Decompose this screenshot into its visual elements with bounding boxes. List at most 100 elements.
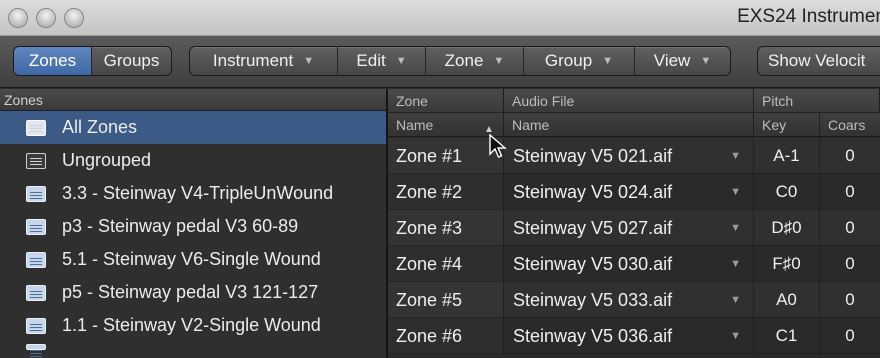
window-title: EXS24 Instrumen (737, 6, 880, 27)
zone-list-item-group[interactable]: 5.1 - Steinway V6-Single Wound (0, 243, 386, 276)
key-cell[interactable]: A0 (754, 282, 820, 318)
zone-name-cell[interactable]: Zone #2 (388, 174, 504, 210)
zones-toggle-button[interactable]: Zones (14, 47, 92, 75)
key-column-header[interactable]: Key (754, 113, 820, 137)
chevron-down-icon: ▼ (493, 55, 505, 67)
view-menu-button[interactable]: View ▼ (635, 47, 730, 75)
audio-file-group-header: Audio File (504, 89, 754, 113)
table-group-header-row: Zone Audio File Pitch (388, 89, 880, 113)
zone-name-column-label: Name (396, 117, 434, 133)
zoom-window-button[interactable] (64, 8, 84, 28)
zone-name-cell[interactable]: Zone #5 (388, 282, 504, 318)
coarse-cell[interactable]: 0 (820, 174, 880, 210)
zone-list-item-group[interactable]: 3.3 - Steinway V4-TripleUnWound (0, 177, 386, 210)
folder-icon (26, 218, 46, 235)
zone-list-item-label: 1.1 - Steinway V2-Single Wound (62, 315, 321, 335)
chevron-down-icon[interactable]: ▼ (730, 210, 741, 246)
table-row[interactable]: Zone #3 Steinway V5 027.aif ▼ D♯0 0 (388, 210, 880, 246)
zone-list-item-all-zones[interactable]: All Zones (0, 111, 386, 144)
pitch-group-header: Pitch (754, 89, 880, 113)
edit-menu-button[interactable]: Edit ▼ (338, 47, 426, 75)
instrument-menu-label: Instrument (212, 51, 294, 70)
chevron-down-icon[interactable]: ▼ (730, 282, 741, 318)
audio-file-name: Steinway V5 036.aif (513, 326, 673, 346)
zone-list-item-ungrouped[interactable]: Ungrouped (0, 144, 386, 177)
title-bar: EXS24 Instrumen (0, 0, 880, 36)
zone-table: Zone Audio File Pitch Name ▲ Name Key Co… (388, 89, 880, 358)
key-cell[interactable]: D♯0 (754, 210, 820, 246)
zone-menu-label: Zone (444, 51, 484, 70)
chevron-down-icon[interactable]: ▼ (730, 246, 741, 282)
folder-icon (26, 317, 46, 334)
table-row[interactable]: Zone #1 Steinway V5 021.aif ▼ A-1 0 (388, 138, 880, 174)
key-cell[interactable]: C1 (754, 318, 820, 354)
coarse-cell[interactable]: 0 (820, 246, 880, 282)
zone-name-cell[interactable]: Zone #1 (388, 138, 504, 174)
show-velocity-button[interactable]: Show Velocit (757, 46, 880, 76)
minimize-window-button[interactable] (36, 8, 56, 28)
group-menu-label: Group (544, 51, 593, 70)
chevron-down-icon: ▼ (303, 55, 315, 67)
zone-group-header: Zone (388, 89, 504, 113)
chevron-down-icon[interactable]: ▼ (730, 174, 741, 210)
zone-menu-button[interactable]: Zone ▼ (426, 47, 524, 75)
table-row[interactable]: Zone #4 Steinway V5 030.aif ▼ F♯0 0 (388, 246, 880, 282)
chevron-down-icon: ▼ (602, 55, 614, 67)
audio-file-name: Steinway V5 027.aif (513, 218, 673, 238)
key-cell[interactable]: A-1 (754, 138, 820, 174)
zone-name-cell[interactable]: Zone #3 (388, 210, 504, 246)
audio-file-cell[interactable]: Steinway V5 030.aif ▼ (504, 246, 754, 282)
zone-list-item-group[interactable]: p5 - Steinway pedal V3 121-127 (0, 276, 386, 309)
chevron-down-icon: ▼ (700, 55, 712, 67)
audio-file-cell[interactable]: Steinway V5 033.aif ▼ (504, 282, 754, 318)
coarse-cell[interactable]: 0 (820, 210, 880, 246)
zones-pane: Zones All Zones Ungrouped 3.3 - Steinway… (0, 89, 386, 358)
zone-name-column-header[interactable]: Name ▲ (388, 113, 504, 137)
all-zones-icon (26, 119, 46, 136)
group-menu-button[interactable]: Group ▼ (524, 47, 635, 75)
audio-file-cell[interactable]: Steinway V5 027.aif ▼ (504, 210, 754, 246)
zone-list-item-partial[interactable] (0, 342, 386, 351)
coarse-column-header[interactable]: Coars (820, 113, 880, 137)
folder-icon (26, 185, 46, 202)
audio-file-cell[interactable]: Steinway V5 036.aif ▼ (504, 318, 754, 354)
instrument-menu-button[interactable]: Instrument ▼ (190, 47, 338, 75)
zone-list-item-label: 3.3 - Steinway V4-TripleUnWound (62, 183, 334, 203)
audio-file-name: Steinway V5 033.aif (513, 290, 673, 310)
groups-toggle-button[interactable]: Groups (92, 47, 171, 75)
mouse-pointer-icon (489, 134, 507, 158)
close-window-button[interactable] (8, 8, 28, 28)
zone-list-item-group[interactable]: p3 - Steinway pedal V3 60-89 (0, 210, 386, 243)
audio-file-name: Steinway V5 030.aif (513, 254, 673, 274)
chevron-down-icon[interactable]: ▼ (730, 138, 741, 174)
key-cell[interactable]: F♯0 (754, 246, 820, 282)
zone-list-item-label: p5 - Steinway pedal V3 121-127 (62, 282, 319, 302)
list-icon (26, 152, 46, 169)
zone-name-cell[interactable]: Zone #6 (388, 318, 504, 354)
audio-file-cell[interactable]: Steinway V5 021.aif ▼ (504, 138, 754, 174)
folder-icon (26, 251, 46, 268)
folder-icon (26, 344, 46, 351)
audio-file-name-column-header[interactable]: Name (504, 113, 754, 137)
zone-list-item-label: Ungrouped (62, 150, 152, 170)
zones-pane-header: Zones (0, 89, 386, 111)
table-row[interactable]: Zone #5 Steinway V5 033.aif ▼ A0 0 (388, 282, 880, 318)
folder-icon (26, 284, 46, 301)
key-cell[interactable]: C0 (754, 174, 820, 210)
zone-list-item-label: p3 - Steinway pedal V3 60-89 (62, 216, 299, 236)
menu-bar: Instrument ▼ Edit ▼ Zone ▼ Group ▼ View ▼ (189, 46, 731, 76)
zone-list-item-label: All Zones (62, 117, 138, 137)
audio-file-name: Steinway V5 024.aif (513, 182, 673, 202)
coarse-cell[interactable]: 0 (820, 138, 880, 174)
zone-list-item-label: 5.1 - Steinway V6-Single Wound (62, 249, 321, 269)
chevron-down-icon: ▼ (395, 55, 407, 67)
coarse-cell[interactable]: 0 (820, 318, 880, 354)
chevron-down-icon[interactable]: ▼ (730, 318, 741, 354)
coarse-cell[interactable]: 0 (820, 282, 880, 318)
zone-list-item-group[interactable]: 1.1 - Steinway V2-Single Wound (0, 309, 386, 342)
table-row[interactable]: Zone #2 Steinway V5 024.aif ▼ C0 0 (388, 174, 880, 210)
zone-name-cell[interactable]: Zone #4 (388, 246, 504, 282)
table-row[interactable]: Zone #6 Steinway V5 036.aif ▼ C1 0 (388, 318, 880, 354)
audio-file-cell[interactable]: Steinway V5 024.aif ▼ (504, 174, 754, 210)
audio-file-name: Steinway V5 021.aif (513, 146, 673, 166)
